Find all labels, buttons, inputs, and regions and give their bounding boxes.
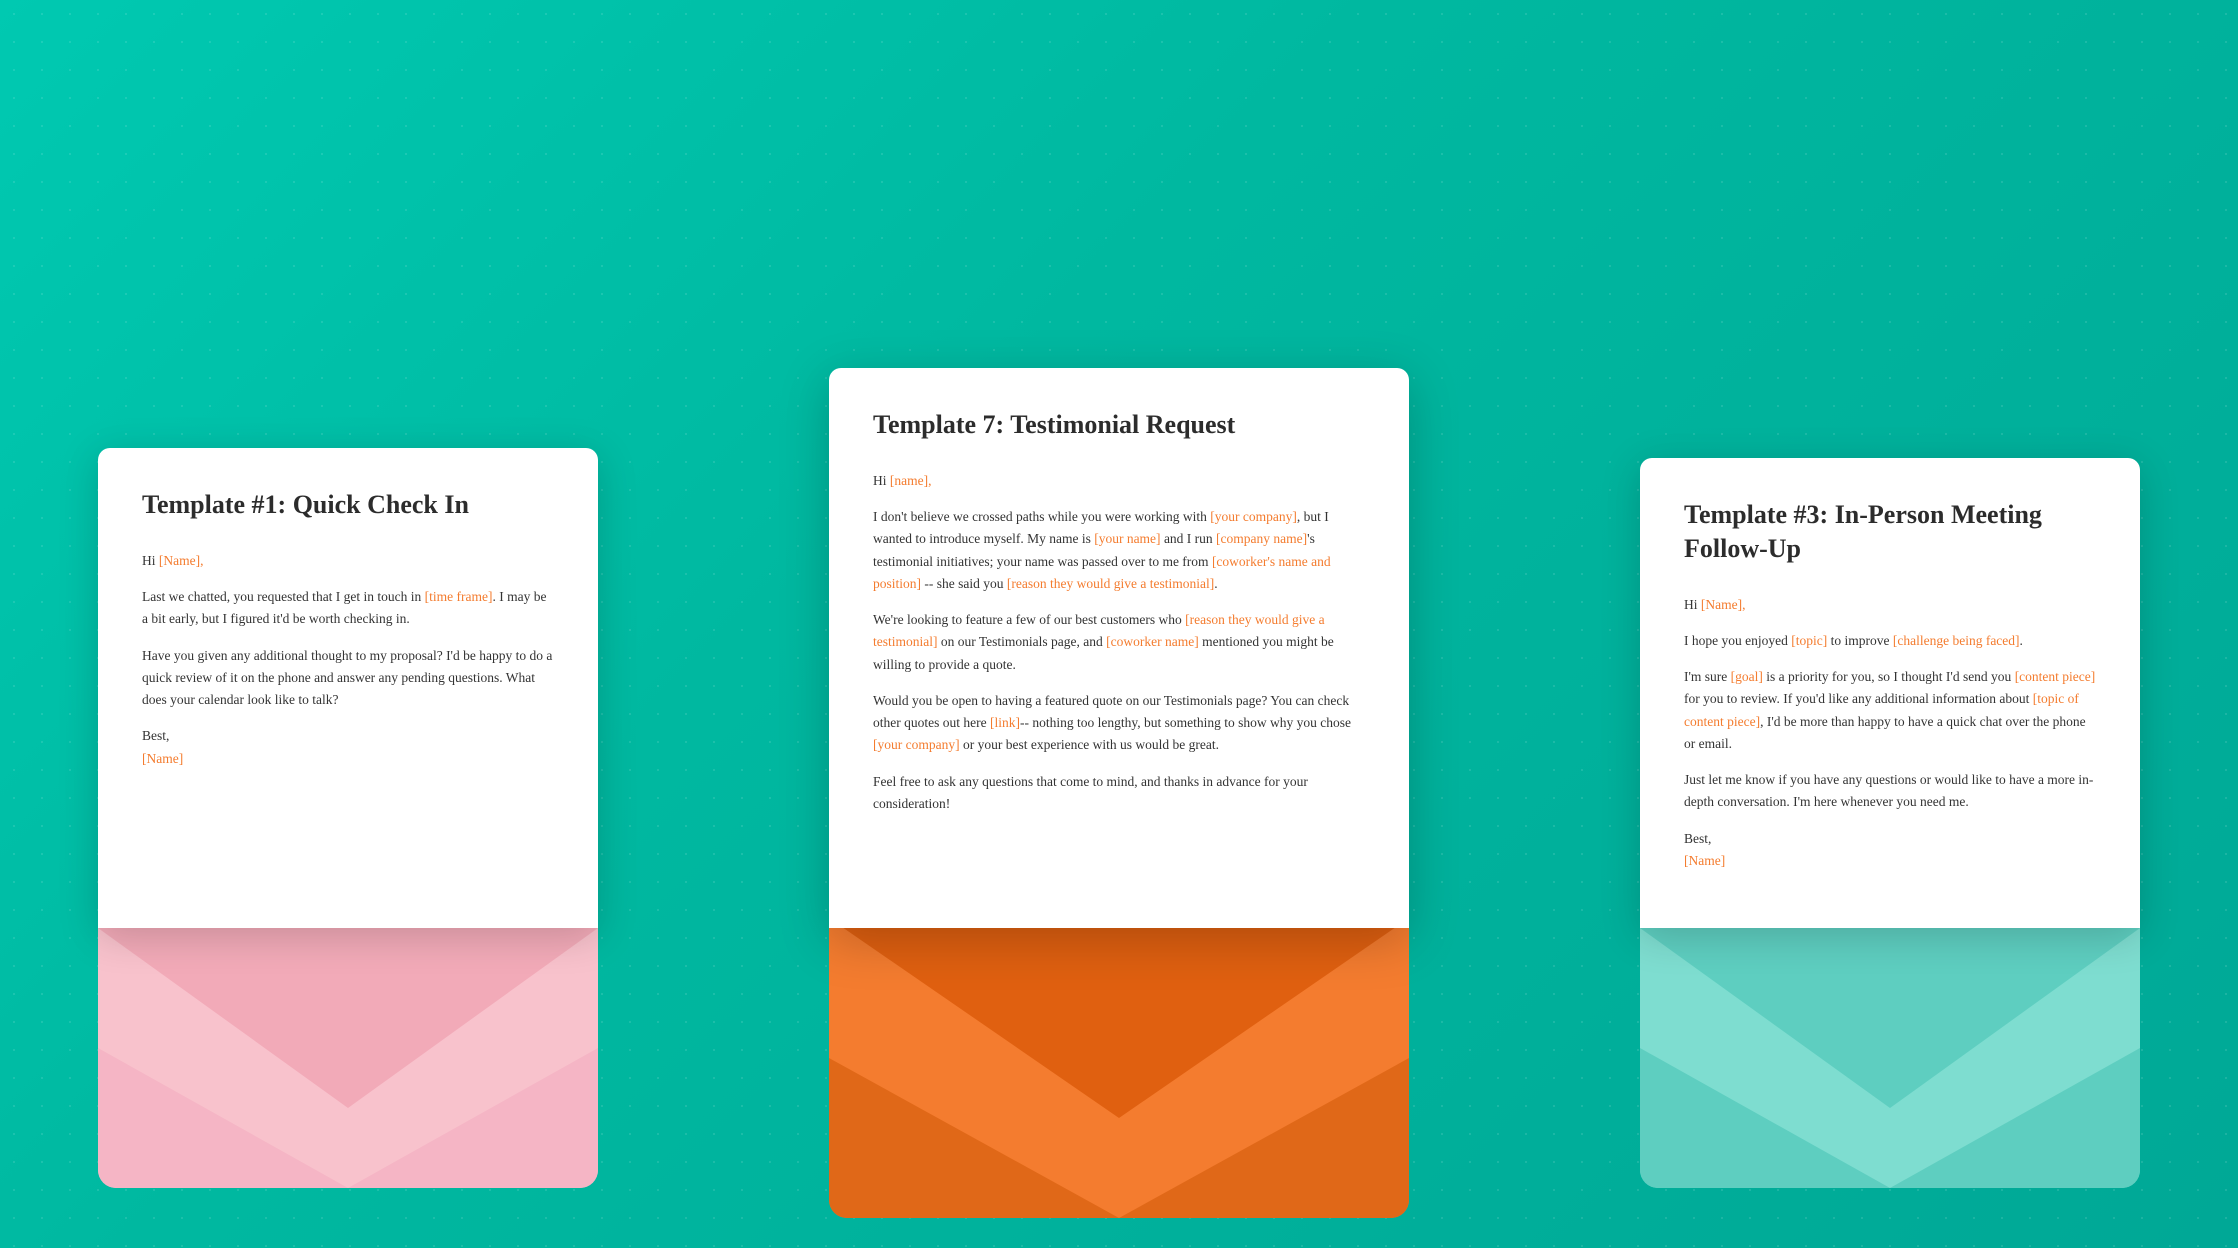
greeting-left: Hi [Name], — [142, 550, 554, 572]
paper-left: Template #1: Quick Check In Hi [Name], L… — [98, 448, 598, 928]
paper-center: Template 7: Testimonial Request Hi [name… — [829, 368, 1409, 928]
body1-left: Last we chatted, you requested that I ge… — [142, 586, 554, 631]
envelope-body-left — [98, 928, 598, 1188]
envelope-center: Template 7: Testimonial Request Hi [name… — [809, 368, 1429, 1218]
template-title-center: Template 7: Testimonial Request — [873, 408, 1365, 442]
template-title-right: Template #3: In-Person Meeting Follow-Up — [1684, 498, 2096, 566]
envelope-tri-br-center — [1119, 1058, 1409, 1218]
body1-center: I don't believe we crossed paths while y… — [873, 506, 1365, 595]
greeting-center: Hi [name], — [873, 470, 1365, 492]
envelope-left: Template #1: Quick Check In Hi [Name], L… — [68, 448, 628, 1188]
main-scene: Template #1: Quick Check In Hi [Name], L… — [0, 0, 2238, 1248]
body3-right: Just let me know if you have any questio… — [1684, 769, 2096, 814]
closing-right: Best, [Name] — [1684, 828, 2096, 873]
greeting-right: Hi [Name], — [1684, 594, 2096, 616]
envelope-body-center — [829, 918, 1409, 1218]
envelope-tri-bl-left — [98, 1048, 348, 1188]
body1-right: I hope you enjoyed [topic] to improve [c… — [1684, 630, 2096, 652]
closing-left: Best, [Name] — [142, 725, 554, 770]
envelope-tri-br-right — [1890, 1048, 2140, 1188]
envelope-tri-bl-right — [1640, 1048, 1890, 1188]
envelope-body-right — [1640, 928, 2140, 1188]
paper-right: Template #3: In-Person Meeting Follow-Up… — [1640, 458, 2140, 928]
template-title-left: Template #1: Quick Check In — [142, 488, 554, 522]
body2-left: Have you given any additional thought to… — [142, 645, 554, 712]
body4-center: Feel free to ask any questions that come… — [873, 771, 1365, 816]
envelope-right: Template #3: In-Person Meeting Follow-Up… — [1610, 458, 2170, 1188]
body3-center: Would you be open to having a featured q… — [873, 690, 1365, 757]
envelope-tri-br-left — [348, 1048, 598, 1188]
body2-right: I'm sure [goal] is a priority for you, s… — [1684, 666, 2096, 755]
envelope-tri-bl-center — [829, 1058, 1119, 1218]
body2-center: We're looking to feature a few of our be… — [873, 609, 1365, 676]
